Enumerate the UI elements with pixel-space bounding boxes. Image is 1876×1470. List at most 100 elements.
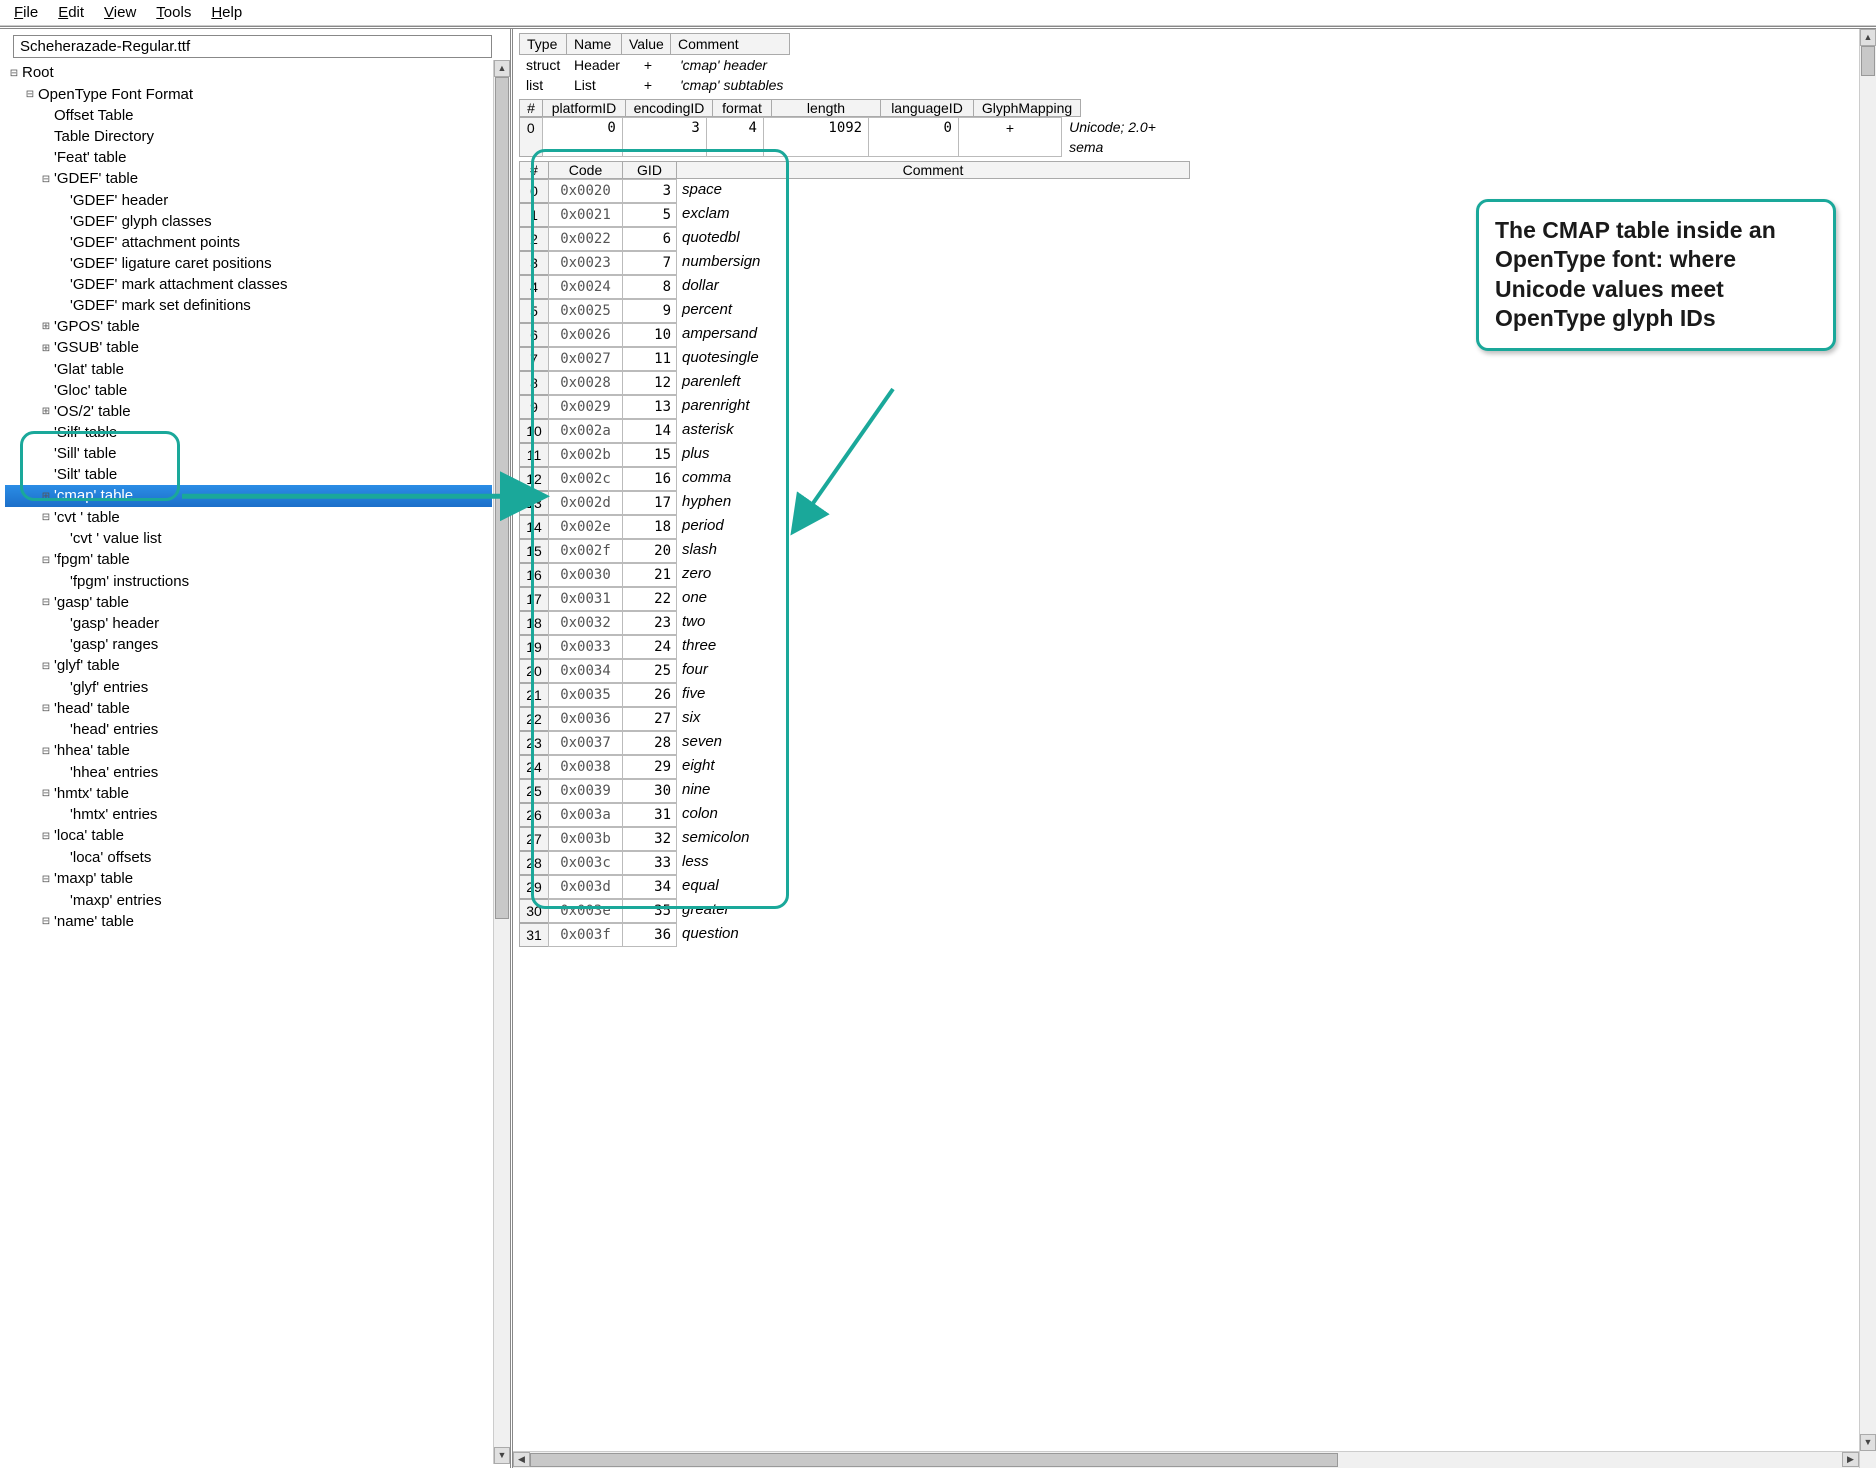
prop-value[interactable]: +: [623, 75, 673, 95]
tree-toggle-icon[interactable]: ⊞: [41, 401, 51, 422]
tree-item[interactable]: ⊟'glyf' table: [5, 655, 492, 677]
menu-view[interactable]: View: [96, 2, 144, 23]
col-platformid[interactable]: platformID: [542, 99, 626, 117]
col-languageid[interactable]: languageID: [880, 99, 974, 117]
glyph-row[interactable]: 120x002c16comma: [519, 467, 1876, 491]
tree-toggle-icon[interactable]: ⊞: [41, 338, 51, 359]
tree-item[interactable]: 'head' entries: [5, 719, 492, 740]
tree-item[interactable]: ⊟'name' table: [5, 911, 492, 933]
tree-item[interactable]: ⊟'loca' table: [5, 825, 492, 847]
glyph-row[interactable]: 200x003425four: [519, 659, 1876, 683]
tree-toggle-icon[interactable]: ⊟: [41, 507, 51, 528]
tree-toggle-icon[interactable]: ⊟: [41, 698, 51, 719]
gcol-gid[interactable]: GID: [622, 161, 677, 179]
glyph-row[interactable]: 250x003930nine: [519, 779, 1876, 803]
tree-item[interactable]: ⊞'GPOS' table: [5, 316, 492, 338]
col-length[interactable]: length: [771, 99, 881, 117]
tree-item[interactable]: 'GDEF' attachment points: [5, 232, 492, 253]
tree-toggle-icon[interactable]: ⊟: [41, 869, 51, 890]
gcol-idx[interactable]: #: [519, 161, 549, 179]
tree-item[interactable]: 'GDEF' mark set definitions: [5, 295, 492, 316]
glyph-row[interactable]: 290x003d34equal: [519, 875, 1876, 899]
tree-item[interactable]: 'Glat' table: [5, 359, 492, 380]
scroll-thumb[interactable]: [1861, 46, 1875, 76]
tree-toggle-icon[interactable]: ⊟: [41, 169, 51, 190]
tree-toggle-icon[interactable]: ⊞: [41, 316, 51, 337]
tree-item[interactable]: ⊟Root: [5, 62, 492, 84]
scroll-down-icon[interactable]: ▼: [1860, 1434, 1876, 1451]
tree-item[interactable]: ⊟'GDEF' table: [5, 168, 492, 190]
scroll-down-icon[interactable]: ▼: [494, 1447, 510, 1464]
tree-item[interactable]: 'Silf' table: [5, 422, 492, 443]
tree-item[interactable]: 'Sill' table: [5, 443, 492, 464]
tree-item[interactable]: Offset Table: [5, 105, 492, 126]
tree-item[interactable]: ⊟'maxp' table: [5, 868, 492, 890]
glyph-row[interactable]: 300x003e35greater: [519, 899, 1876, 923]
tree-item[interactable]: 'GDEF' mark attachment classes: [5, 274, 492, 295]
tree-toggle-icon[interactable]: ⊟: [41, 826, 51, 847]
col-format[interactable]: format: [712, 99, 772, 117]
menu-help[interactable]: Help: [203, 2, 250, 23]
cell-glyphmapping[interactable]: +: [958, 117, 1062, 157]
tree-item[interactable]: ⊟'hmtx' table: [5, 783, 492, 805]
tree-item[interactable]: ⊞'GSUB' table: [5, 337, 492, 359]
tree-item[interactable]: 'fpgm' instructions: [5, 571, 492, 592]
tree-item[interactable]: 'Feat' table: [5, 147, 492, 168]
prop-row[interactable]: structHeader+'cmap' header: [519, 55, 1189, 75]
tree-item[interactable]: ⊟'hhea' table: [5, 740, 492, 762]
tree-toggle-icon[interactable]: ⊟: [41, 550, 51, 571]
prop-row[interactable]: listList+'cmap' subtables: [519, 75, 1189, 95]
tree-toggle-icon[interactable]: ⊟: [9, 63, 19, 84]
col-name[interactable]: Name: [566, 33, 622, 55]
tree-item[interactable]: 'gasp' header: [5, 613, 492, 634]
glyph-row[interactable]: 170x003122one: [519, 587, 1876, 611]
tree-item[interactable]: ⊟'gasp' table: [5, 592, 492, 614]
glyph-row[interactable]: 140x002e18period: [519, 515, 1876, 539]
tree-toggle-icon[interactable]: ⊞: [41, 486, 51, 507]
menu-edit[interactable]: Edit: [50, 2, 92, 23]
glyph-row[interactable]: 220x003627six: [519, 707, 1876, 731]
gcol-code[interactable]: Code: [548, 161, 623, 179]
glyph-row[interactable]: 160x003021zero: [519, 563, 1876, 587]
tree-item[interactable]: ⊞'OS/2' table: [5, 401, 492, 423]
detail-scrollbar-h[interactable]: ◀ ▶: [513, 1451, 1859, 1468]
tree-toggle-icon[interactable]: ⊟: [41, 656, 51, 677]
tree-item[interactable]: ⊟'fpgm' table: [5, 549, 492, 571]
tree-item[interactable]: ⊞'cmap' table: [5, 485, 492, 507]
gcol-comment[interactable]: Comment: [676, 161, 1190, 179]
tree-item[interactable]: 'GDEF' glyph classes: [5, 211, 492, 232]
tree-item[interactable]: 'maxp' entries: [5, 890, 492, 911]
glyph-row[interactable]: 80x002812parenleft: [519, 371, 1876, 395]
col-comment[interactable]: Comment: [670, 33, 790, 55]
menu-tools[interactable]: Tools: [148, 2, 199, 23]
scroll-up-icon[interactable]: ▲: [1860, 29, 1876, 46]
glyph-row[interactable]: 150x002f20slash: [519, 539, 1876, 563]
tree[interactable]: ⊟Root⊟OpenType Font FormatOffset TableTa…: [5, 60, 492, 934]
tree-item[interactable]: 'loca' offsets: [5, 847, 492, 868]
glyph-row[interactable]: 260x003a31colon: [519, 803, 1876, 827]
tree-item[interactable]: 'hmtx' entries: [5, 804, 492, 825]
glyph-row[interactable]: 240x003829eight: [519, 755, 1876, 779]
scroll-right-icon[interactable]: ▶: [1842, 1452, 1859, 1467]
col-glyphmapping[interactable]: GlyphMapping: [973, 99, 1081, 117]
tree-item[interactable]: 'Silt' table: [5, 464, 492, 485]
tree-toggle-icon[interactable]: ⊟: [25, 84, 35, 105]
scroll-thumb[interactable]: [530, 1453, 1338, 1467]
detail-scrollbar-v[interactable]: ▲ ▼: [1859, 29, 1876, 1468]
tree-item[interactable]: 'hhea' entries: [5, 762, 492, 783]
tree-item[interactable]: 'glyf' entries: [5, 677, 492, 698]
tree-item[interactable]: 'GDEF' ligature caret positions: [5, 253, 492, 274]
glyph-row[interactable]: 130x002d17hyphen: [519, 491, 1876, 515]
tree-item[interactable]: ⊟OpenType Font Format: [5, 84, 492, 106]
glyph-row[interactable]: 180x003223two: [519, 611, 1876, 635]
tree-toggle-icon[interactable]: ⊟: [41, 741, 51, 762]
filename-field[interactable]: Scheherazade-Regular.ttf: [13, 35, 492, 58]
tree-toggle-icon[interactable]: ⊟: [41, 592, 51, 613]
tree-item[interactable]: 'gasp' ranges: [5, 634, 492, 655]
prop-value[interactable]: +: [623, 55, 673, 75]
tree-item[interactable]: 'Gloc' table: [5, 380, 492, 401]
col-encodingid[interactable]: encodingID: [625, 99, 713, 117]
tree-item[interactable]: ⊟'cvt ' table: [5, 507, 492, 529]
scroll-up-icon[interactable]: ▲: [494, 60, 510, 77]
glyph-row[interactable]: 230x003728seven: [519, 731, 1876, 755]
